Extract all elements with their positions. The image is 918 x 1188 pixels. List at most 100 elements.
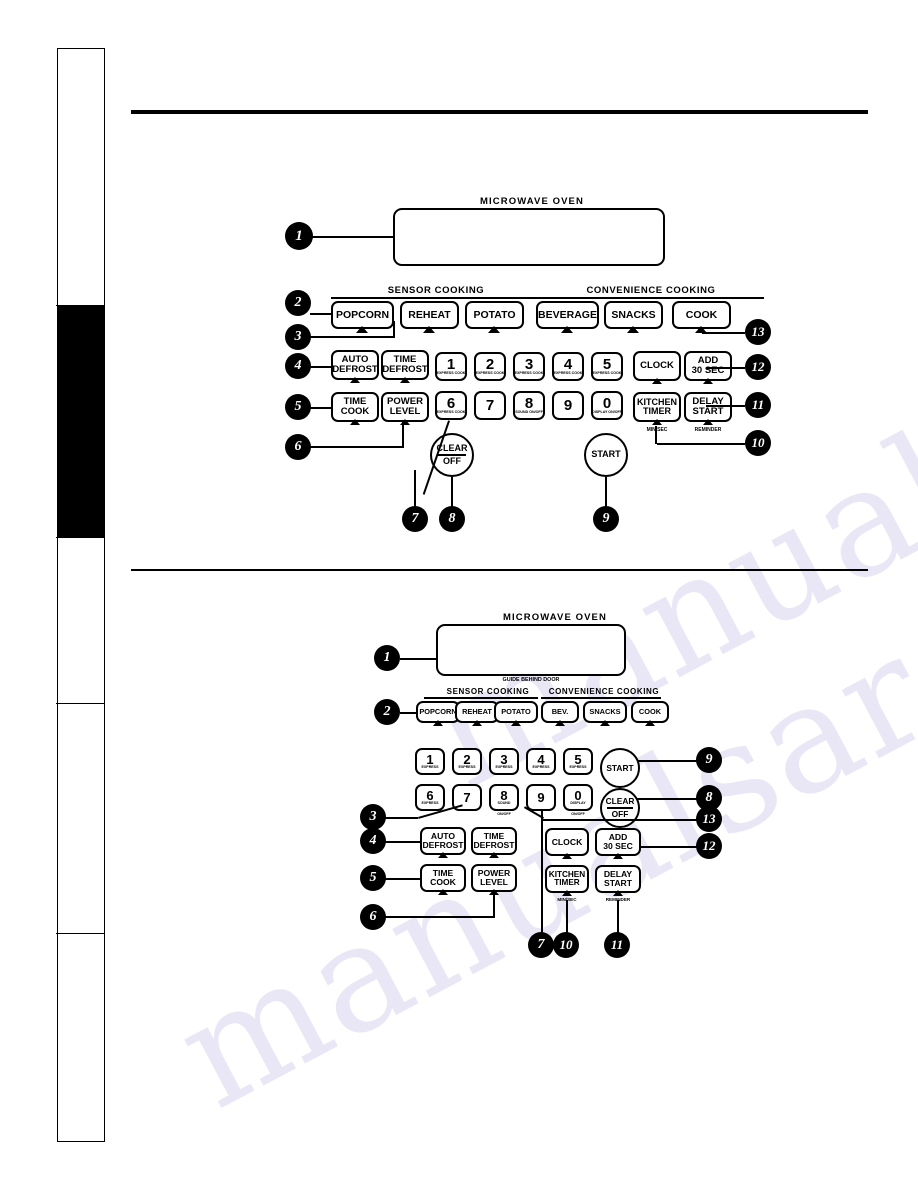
button-auto-defrost-top[interactable]: AUTO DEFROST [331, 350, 379, 380]
indicator-triangle-auto-defrost-top [350, 377, 360, 383]
leader-8-v-top [451, 477, 454, 508]
button-label: BEV. [551, 707, 569, 717]
key-digit: 2 [463, 752, 471, 768]
key-6-bottom[interactable]: 6 EXPRESS [415, 784, 445, 811]
key-9-bottom[interactable]: 9 [526, 784, 556, 811]
key-digit: 4 [563, 356, 573, 374]
button-kitchen-timer-top[interactable]: KITCHEN TIMER [633, 392, 681, 422]
key-8-bottom[interactable]: 8 SOUND [489, 784, 519, 811]
leader-6-v-bottom [493, 890, 496, 917]
key-1-top[interactable]: 1 EXPRESS COOK [435, 352, 467, 381]
key-digit: 0 [574, 788, 582, 804]
key-7-top[interactable]: 7 [474, 391, 506, 420]
button-time-cook-top[interactable]: TIME COOK [331, 392, 379, 422]
key-digit: 9 [537, 789, 545, 805]
indicator-triangle-potato-top [488, 326, 500, 333]
key-8-top[interactable]: 8 SOUND ON/OFF [513, 391, 545, 420]
leader-4-bottom [385, 841, 422, 844]
key-sublabel: EXPRESS [458, 765, 476, 770]
button-time-defrost-bottom[interactable]: TIME DEFROST [471, 827, 517, 855]
key-2-top[interactable]: 2 EXPRESS COOK [474, 352, 506, 381]
key-6-top[interactable]: 6 EXPRESS COOK [435, 391, 467, 420]
button-label: POPCORN [419, 707, 457, 717]
button-clock-top[interactable]: CLOCK [633, 351, 681, 381]
display-window-top [393, 208, 665, 266]
key-4-top[interactable]: 4 EXPRESS COOK [552, 352, 584, 381]
key-4-bottom[interactable]: 4 EXPRESS [526, 748, 556, 775]
button-add-30-sec-bottom[interactable]: ADD 30 SEC [595, 828, 641, 856]
key-digit: 8 [500, 788, 508, 804]
button-add-30-sec-top[interactable]: ADD 30 SEC [684, 351, 732, 381]
key-5-bottom[interactable]: 5 EXPRESS [563, 748, 593, 775]
callout-2-bottom: 2 [374, 699, 400, 725]
button-label-line2: DEFROST [332, 364, 378, 375]
indicator-triangle-potato-bottom [511, 720, 521, 726]
button-clear-off-bottom[interactable]: CLEAR OFF [600, 788, 640, 828]
indicator-triangle-snacks-top [627, 326, 639, 333]
leader-11-top [706, 405, 745, 408]
button-label-line2: DEFROST [473, 840, 515, 850]
leader-4-top [310, 366, 332, 369]
indicator-triangle-kitchen-timer-top [652, 419, 662, 425]
key-0-sublabel-2-bottom: ON/OFF [571, 812, 585, 816]
button-potato-top[interactable]: POTATO [465, 301, 524, 329]
key-digit: 3 [524, 356, 534, 374]
leader-3-h-top [310, 336, 395, 339]
key-0-bottom[interactable]: 0 DISPLAY [563, 784, 593, 811]
button-time-cook-bottom[interactable]: TIME COOK [420, 864, 466, 892]
button-auto-defrost-bottom[interactable]: AUTO DEFROST [420, 827, 466, 855]
key-digit: 1 [426, 752, 434, 768]
button-kitchen-timer-bottom[interactable]: KITCHEN TIMER [545, 865, 589, 893]
button-clock-bottom[interactable]: CLOCK [545, 828, 589, 856]
button-start-top[interactable]: START [584, 433, 628, 477]
indicator-triangle-time-cook-bottom [438, 889, 448, 895]
leader-12-top [706, 367, 745, 370]
indicator-triangle-popcorn-bottom [433, 720, 443, 726]
group-underline-convenience-bottom [541, 697, 661, 699]
button-label-line2: START [603, 878, 632, 888]
key-0-top[interactable]: 0 DISPLAY ON/OFF [591, 391, 623, 420]
button-beverage-top[interactable]: BEVERAGE [536, 301, 599, 329]
key-sublabel: EXPRESS [421, 765, 439, 770]
callout-5-top: 5 [285, 394, 311, 420]
button-power-level-bottom[interactable]: POWER LEVEL [471, 864, 517, 892]
button-label-line2: 30 SEC [603, 841, 633, 851]
button-delay-start-bottom[interactable]: DELAY START [595, 865, 641, 893]
oven-title-bottom: MICROWAVE OVEN [503, 612, 607, 623]
button-time-defrost-top[interactable]: TIME DEFROST [381, 350, 429, 380]
key-3-top[interactable]: 3 EXPRESS COOK [513, 352, 545, 381]
leader-7-v-bottom [541, 811, 544, 934]
button-label-line1: CLOCK [640, 360, 674, 372]
button-popcorn-top[interactable]: POPCORN [331, 301, 394, 329]
button-power-level-top[interactable]: POWER LEVEL [381, 392, 429, 422]
key-sublabel: EXPRESS COOK [553, 371, 583, 376]
key-5-top[interactable]: 5 EXPRESS COOK [591, 352, 623, 381]
leader-6-v-top [402, 420, 405, 447]
button-cook-top[interactable]: COOK [672, 301, 731, 329]
key-9-top[interactable]: 9 [552, 391, 584, 420]
key-digit: 2 [485, 356, 495, 374]
indicator-triangle-clock-bottom [562, 853, 572, 859]
key-3-bottom[interactable]: 3 EXPRESS [489, 748, 519, 775]
leader-10-v-top [655, 426, 658, 444]
key-sublabel: EXPRESS COOK [436, 410, 466, 415]
callout-7-top: 7 [402, 506, 428, 532]
button-label-line2: LEVEL [480, 877, 508, 887]
display-window-bottom [436, 624, 626, 676]
undertext-reminder-top: REMINDER [694, 427, 722, 433]
button-snacks-top[interactable]: SNACKS [604, 301, 663, 329]
key-1-bottom[interactable]: 1 EXPRESS [415, 748, 445, 775]
key-sublabel: EXPRESS [532, 765, 550, 770]
button-label: POTATO [473, 308, 516, 321]
button-label: START [591, 449, 621, 460]
callout-5-bottom: 5 [360, 865, 386, 891]
key-sublabel: EXPRESS COOK [436, 371, 466, 376]
button-label: SNACKS [589, 707, 621, 717]
button-reheat-top[interactable]: REHEAT [400, 301, 459, 329]
key-sublabel: EXPRESS COOK [514, 371, 544, 376]
button-label-line2: TIMER [643, 406, 671, 416]
key-2-bottom[interactable]: 2 EXPRESS [452, 748, 482, 775]
indicator-triangle-beverage-top [561, 326, 573, 333]
button-start-bottom[interactable]: START [600, 748, 640, 788]
button-label-line2: DEFROST [382, 364, 428, 375]
